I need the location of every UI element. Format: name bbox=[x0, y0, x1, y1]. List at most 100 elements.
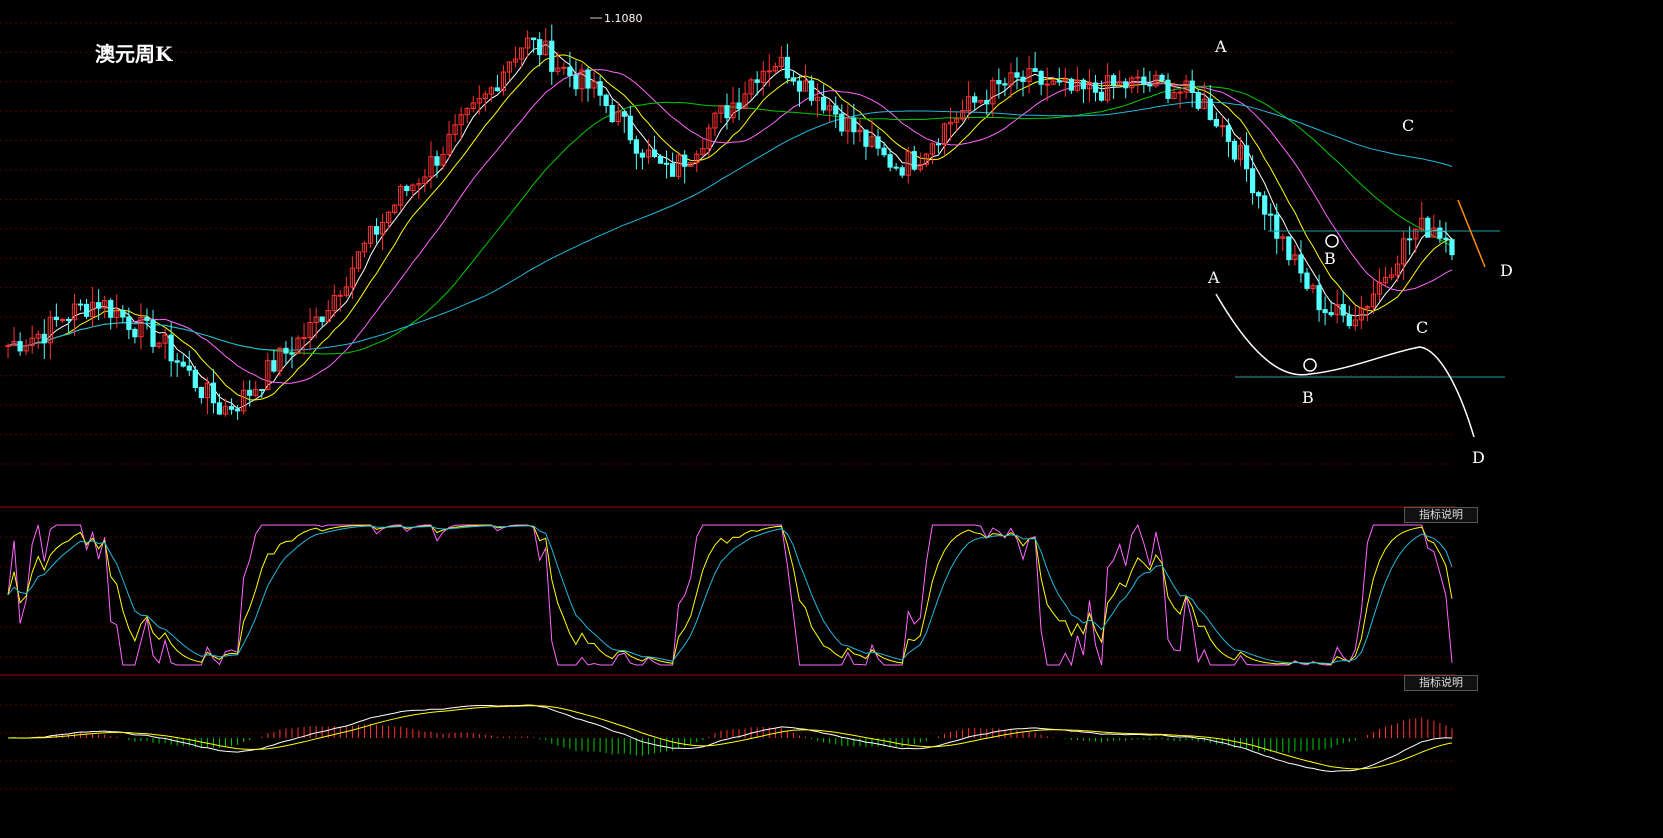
candle-body bbox=[790, 77, 797, 82]
candle-body bbox=[210, 382, 217, 404]
candle-body bbox=[609, 104, 615, 123]
candle-body bbox=[144, 317, 150, 321]
candle-body bbox=[1056, 80, 1062, 83]
candle-body bbox=[271, 360, 277, 372]
candle-body bbox=[180, 361, 186, 367]
candle-body bbox=[1080, 79, 1087, 90]
candle-body bbox=[561, 66, 567, 69]
candle-body bbox=[1268, 213, 1274, 216]
candle-body bbox=[573, 74, 579, 90]
candle-body bbox=[1068, 78, 1074, 91]
bottom-marker-circle bbox=[1325, 234, 1339, 248]
candle-body bbox=[1002, 83, 1008, 86]
schematic-point-a: A bbox=[1207, 268, 1220, 287]
candle-body bbox=[1262, 195, 1268, 215]
candle-body bbox=[1304, 272, 1310, 289]
candle-body bbox=[893, 166, 899, 169]
ma20-line bbox=[7, 69, 1453, 384]
candle-body bbox=[669, 163, 676, 177]
candle-body bbox=[996, 80, 1002, 85]
candle-body bbox=[150, 319, 156, 347]
candle-body bbox=[228, 406, 235, 410]
candle-body bbox=[1328, 312, 1334, 316]
candle-body bbox=[96, 302, 102, 309]
candle-body bbox=[663, 162, 670, 165]
candle-body bbox=[724, 105, 730, 119]
candle-body bbox=[1425, 217, 1431, 238]
schematic-point-b: B bbox=[1302, 388, 1314, 407]
candle-body bbox=[168, 334, 174, 362]
candle-body bbox=[301, 336, 307, 339]
candle-body bbox=[65, 318, 72, 321]
chart-title: 澳元周K bbox=[95, 42, 173, 66]
candle-body bbox=[1123, 81, 1129, 89]
candle-body bbox=[875, 136, 881, 149]
macd-dea-line bbox=[8, 705, 1453, 770]
annotation-point-b: B bbox=[1324, 249, 1336, 268]
candle-body bbox=[1219, 125, 1226, 128]
candle-body bbox=[567, 66, 573, 76]
candle-body bbox=[821, 96, 827, 111]
candle-body bbox=[337, 294, 343, 297]
candle-body bbox=[621, 111, 627, 117]
candle-body bbox=[1213, 118, 1219, 127]
candle-body bbox=[833, 105, 839, 115]
indicator-help-button-stoch[interactable]: 指标说明 bbox=[1404, 507, 1478, 523]
candle-body bbox=[5, 345, 11, 348]
stochastic-panel bbox=[7, 523, 1453, 667]
stoch-j-line bbox=[7, 523, 1453, 667]
candle-body bbox=[784, 56, 791, 79]
candle-body bbox=[682, 154, 688, 167]
candle-body bbox=[1316, 285, 1322, 311]
candle-body bbox=[120, 310, 126, 318]
candle-body bbox=[736, 102, 742, 109]
annotation-point-c: C bbox=[1402, 116, 1414, 135]
candle-body bbox=[1449, 239, 1455, 256]
candle-body bbox=[603, 94, 609, 106]
candle-body bbox=[247, 389, 253, 396]
candle-body bbox=[839, 113, 845, 132]
candle-body bbox=[1044, 83, 1050, 86]
candle-body bbox=[1020, 76, 1026, 82]
candle-body bbox=[1111, 75, 1117, 86]
candle-body bbox=[434, 156, 440, 166]
candle-body bbox=[283, 347, 289, 354]
chart-stage: 1.1080 A B C D A B C D 澳元周K 指标说明 指标说明 bbox=[0, 0, 1663, 838]
candle-body bbox=[1298, 254, 1304, 274]
candle-body bbox=[1346, 314, 1352, 327]
candle-body bbox=[259, 389, 265, 392]
candle-body bbox=[531, 37, 537, 41]
candle-body bbox=[41, 333, 47, 344]
candle-body bbox=[1038, 70, 1044, 85]
candle-body bbox=[1437, 227, 1443, 239]
indicator-help-button-macd[interactable]: 指标说明 bbox=[1404, 675, 1478, 691]
candle-body bbox=[1407, 238, 1413, 241]
candle-body bbox=[1249, 168, 1256, 194]
candle-body bbox=[108, 300, 114, 318]
macd-panel bbox=[7, 704, 1453, 773]
ma40-line bbox=[7, 85, 1453, 355]
candle-body bbox=[289, 352, 295, 355]
candle-body bbox=[1195, 91, 1201, 109]
candle-body bbox=[17, 341, 23, 352]
candle-body bbox=[1165, 79, 1171, 99]
candlestick-series bbox=[5, 24, 1455, 420]
candle-body bbox=[494, 87, 501, 92]
candle-body bbox=[899, 167, 905, 176]
candle-body bbox=[633, 139, 639, 154]
stoch-k-line bbox=[7, 524, 1453, 665]
max-price-label: 1.1080 bbox=[604, 12, 643, 25]
candle-body bbox=[186, 365, 192, 371]
candle-body bbox=[192, 369, 198, 388]
candle-body bbox=[1256, 192, 1262, 197]
candle-body bbox=[796, 80, 803, 92]
schematic-point-d: D bbox=[1472, 448, 1485, 467]
candle-body bbox=[198, 386, 204, 399]
candle-body bbox=[597, 81, 603, 96]
moving-average-lines bbox=[7, 43, 1453, 410]
candle-body bbox=[1243, 145, 1250, 170]
candle-body bbox=[132, 328, 138, 338]
candle-body bbox=[1207, 98, 1213, 120]
candle-body bbox=[404, 185, 410, 192]
schematic-point-c: C bbox=[1416, 318, 1428, 337]
